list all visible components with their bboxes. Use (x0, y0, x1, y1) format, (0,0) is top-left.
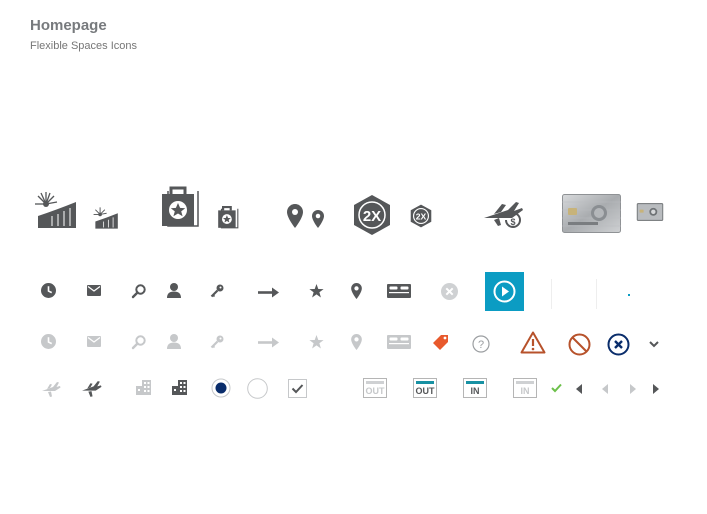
chevron-down-icon[interactable] (649, 341, 659, 348)
radio-selected[interactable] (211, 378, 231, 398)
calendar-in-icon: IN (463, 378, 487, 398)
search-icon[interactable] (131, 284, 146, 299)
calendar-out-label: OUT (365, 386, 385, 396)
bed-icon (387, 335, 411, 349)
luggage-star-icon (160, 186, 200, 230)
close-circle-icon[interactable] (607, 333, 630, 356)
buildings-icon (136, 380, 151, 395)
play-button[interactable] (485, 272, 524, 311)
platinum-card-image (636, 203, 664, 221)
triangle-right-icon[interactable] (652, 384, 659, 394)
key-icon (210, 284, 224, 298)
page-subtitle: Flexible Spaces Icons (30, 40, 137, 52)
person-icon (167, 283, 181, 298)
mail-icon (87, 285, 101, 296)
key-icon (210, 335, 224, 349)
star-icon (309, 284, 324, 298)
plane-icon (41, 381, 61, 398)
calendar-out-icon: OUT (413, 378, 437, 398)
points-2x-label: 2X (416, 211, 427, 221)
map-pin-icon (312, 210, 324, 228)
arrow-right-icon (258, 287, 279, 298)
platinum-card-image (562, 194, 621, 233)
triangle-right-icon[interactable] (629, 384, 636, 394)
clock-icon (41, 334, 56, 349)
help-icon[interactable]: ? (472, 335, 490, 353)
radio-unselected[interactable] (247, 378, 268, 399)
warning-icon (520, 331, 546, 354)
calendar-out-label: OUT (415, 386, 435, 396)
points-2x-badge-icon: 2X (409, 203, 433, 229)
map-pin-icon (287, 204, 303, 228)
bed-icon (387, 284, 411, 298)
star-icon (309, 335, 324, 349)
clock-icon (41, 283, 56, 298)
luggage-star-icon (217, 206, 239, 230)
svg-text:$: $ (510, 217, 515, 227)
checkbox-checked[interactable] (288, 379, 307, 398)
plane-dollar-icon: $ (482, 198, 524, 230)
sunset-hotel-icon (93, 206, 119, 230)
search-icon[interactable] (131, 335, 146, 350)
map-pin-icon (351, 334, 362, 350)
plane-icon (81, 380, 102, 398)
page-title: Homepage (30, 17, 107, 34)
prohibited-icon (568, 333, 591, 356)
svg-text:?: ? (478, 339, 484, 351)
close-circle-icon[interactable] (441, 283, 458, 300)
calendar-in-icon: IN (513, 378, 537, 398)
arrow-right-icon (258, 337, 279, 348)
buildings-icon (172, 380, 187, 395)
person-icon (167, 334, 181, 349)
tiny-dot-icon (628, 294, 630, 296)
calendar-in-label: IN (470, 386, 480, 396)
mail-icon (87, 336, 101, 347)
calendar-in-label: IN (520, 386, 530, 396)
triangle-left-icon[interactable] (602, 384, 609, 394)
points-2x-label: 2X (363, 208, 381, 225)
calendar-out-icon: OUT (363, 378, 387, 398)
tag-icon (433, 334, 449, 350)
white-tile-placeholder (551, 275, 597, 309)
points-2x-badge-icon: 2X (351, 193, 393, 237)
sunset-hotel-icon (34, 190, 78, 230)
triangle-left-icon[interactable] (576, 384, 583, 394)
checkmark-icon (551, 383, 562, 393)
map-pin-icon (351, 283, 362, 299)
